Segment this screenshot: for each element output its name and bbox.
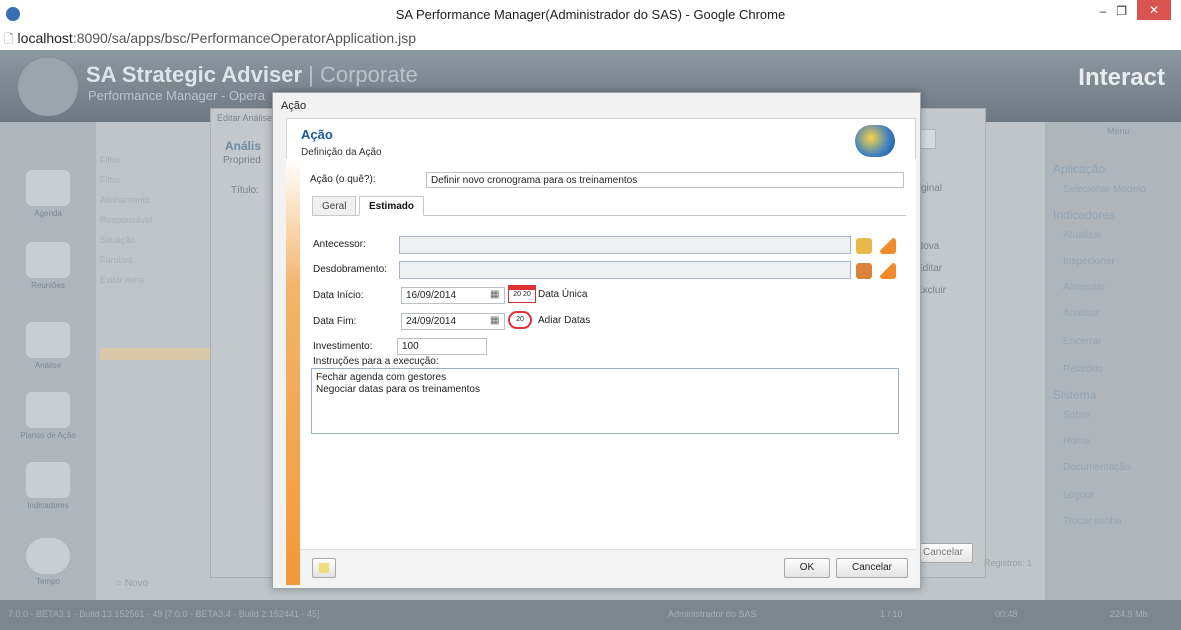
desdobramento-label: Desdobramento: — [313, 264, 387, 275]
cancelar-button[interactable]: Cancelar — [836, 558, 908, 578]
select-desdobramento-icon[interactable] — [856, 263, 872, 279]
data-unica-link[interactable]: Data Única — [538, 289, 587, 300]
bg-cancel-button[interactable]: Cancelar — [913, 543, 973, 563]
close-window-button[interactable]: ✕ — [1137, 0, 1171, 20]
menu-alimentar[interactable]: Alimentar — [1063, 282, 1105, 293]
select-antecessor-icon[interactable] — [856, 238, 872, 254]
version-text: 7.0.0 - BETA3.1 - Build 13.152561 - 49 [… — [8, 609, 320, 619]
section-indicadores: Indicadores — [1053, 208, 1116, 222]
instrucoes-textarea[interactable]: Fechar agenda com gestores Negociar data… — [311, 368, 899, 434]
dialog-heading: Ação — [301, 127, 333, 142]
section-sistema: Sistema — [1053, 388, 1097, 402]
menu-label[interactable]: Menu — [1107, 126, 1130, 136]
status-user: Administrador do SAS — [668, 609, 757, 619]
window-title: SA Performance Manager(Administrador do … — [395, 7, 786, 22]
novo-radio[interactable]: ○ Novo — [116, 578, 148, 589]
app-title: SA Strategic Adviser | Corporate — [86, 62, 418, 87]
clock-icon — [26, 538, 70, 574]
url-path: :8090/sa/apps/bsc/PerformanceOperatorApp… — [72, 30, 417, 46]
ok-button[interactable]: OK — [784, 558, 830, 578]
dialog-footer: OK Cancelar — [300, 549, 916, 585]
data-inicio-label: Data Início: — [313, 290, 364, 301]
status-page: 1 / 10 — [880, 609, 903, 619]
notes-button[interactable] — [312, 558, 336, 578]
original-label: ginal — [921, 183, 943, 194]
analysis-heading: Anális — [225, 139, 262, 153]
investimento-label: Investimento: — [313, 341, 373, 352]
menu-trocar-senha[interactable]: Trocar senha — [1063, 516, 1122, 527]
nav-tempo[interactable]: Tempo — [8, 538, 88, 586]
nav-planos[interactable]: Planos de Ação — [8, 392, 88, 440]
dialog-subheading: Definição da Ação — [301, 147, 382, 157]
app-subtitle: Performance Manager - Opera — [88, 88, 266, 103]
dialog-title: Ação — [281, 100, 307, 112]
menu-analisar[interactable]: Analisar — [1063, 308, 1099, 319]
adiar-datas-link[interactable]: Adiar Datas — [538, 315, 590, 326]
adiar-datas-icon[interactable]: 20 — [508, 311, 532, 329]
clear-broom-icon[interactable] — [880, 263, 896, 279]
menu-selecionar-modelo[interactable]: Selecionar Modelo — [1063, 184, 1146, 195]
menu-home[interactable]: Home — [1063, 436, 1090, 447]
calendar-icon[interactable]: ▦ — [490, 289, 499, 300]
desdobramento-input[interactable] — [399, 261, 851, 279]
browser-titlebar: SA Performance Manager(Administrador do … — [0, 0, 1181, 30]
filter-bar — [100, 348, 214, 360]
status-bar: 7.0.0 - BETA3.1 - Build 13.152561 - 49 [… — [0, 600, 1181, 630]
action-plan-icon — [26, 392, 70, 428]
agenda-icon — [26, 170, 70, 206]
antecessor-input[interactable] — [399, 236, 851, 254]
analysis-icon — [26, 322, 70, 358]
nav-indicadores[interactable]: Indicadores — [8, 462, 88, 510]
tab-geral[interactable]: Geral — [312, 196, 357, 216]
url-host: localhost — [17, 30, 73, 46]
app-logo-icon — [18, 58, 78, 116]
calendar-icon[interactable]: ▦ — [490, 315, 499, 326]
investimento-input[interactable]: 100 — [397, 338, 487, 355]
acao-dialog: Ação Ação Definição da Ação Ação (o quê?… — [272, 92, 921, 589]
indicators-icon — [26, 462, 70, 498]
gear-globe-icon — [855, 125, 895, 157]
status-time: 00:48 — [995, 609, 1018, 619]
edit-analysis-title: Editar Análise — [217, 113, 273, 123]
nav-reunioes[interactable]: Reuniões — [8, 242, 88, 290]
properties-label: Propried — [223, 155, 261, 166]
filter-panel: Filtro Filtro Alinhamento Responsável Si… — [100, 155, 153, 285]
menu-encerrar[interactable]: Encerrar — [1063, 336, 1101, 347]
data-unica-icon[interactable]: 20 20 — [508, 285, 536, 303]
menu-atualizar[interactable]: Atualizar — [1063, 230, 1102, 241]
menu-logout[interactable]: Logout — [1063, 490, 1094, 501]
acao-input[interactable]: Definir novo cronograma para os treiname… — [426, 172, 904, 188]
dialog-header: Ação Definição da Ação — [286, 118, 916, 160]
address-bar[interactable]: 🗋 localhost:8090/sa/apps/bsc/Performance… — [0, 30, 1181, 50]
dialog-content: Ação (o quê?): Definir novo cronograma p… — [300, 159, 916, 549]
nav-agenda[interactable]: Agenda — [8, 170, 88, 218]
antecessor-label: Antecessor: — [313, 239, 366, 250]
right-menu: Menu Aplicação Selecionar Modelo Indicad… — [1045, 122, 1181, 600]
status-memory: 224.9 Mb — [1110, 609, 1148, 619]
menu-relatorio[interactable]: Relatório — [1063, 364, 1103, 375]
orange-accent-bar — [286, 159, 300, 585]
nav-analise[interactable]: Análise — [8, 322, 88, 370]
section-aplicacao: Aplicação — [1053, 162, 1106, 176]
menu-sobre[interactable]: Sobre — [1063, 410, 1090, 421]
meeting-icon — [26, 242, 70, 278]
menu-documentacao[interactable]: Documentação — [1063, 462, 1130, 473]
instrucoes-label: Instruções para a execução: — [313, 356, 439, 367]
page-icon: 🗋 — [4, 32, 14, 46]
acao-label: Ação (o quê?): — [310, 174, 376, 185]
interact-logo: Interact — [1078, 64, 1165, 91]
note-pencil-icon — [319, 563, 329, 573]
titulo-label: Título: — [231, 185, 259, 196]
clear-broom-icon[interactable] — [880, 238, 896, 254]
left-nav: Agenda Reuniões Análise Planos de Ação I… — [0, 122, 96, 600]
registros-label: Registros: 1 — [984, 558, 1033, 568]
menu-inspecionar[interactable]: Inspecionar — [1063, 256, 1115, 267]
minimize-maximize-buttons[interactable]: – ❐ — [1100, 4, 1127, 18]
tab-estimado[interactable]: Estimado — [359, 196, 425, 216]
data-fim-label: Data Fim: — [313, 316, 357, 327]
